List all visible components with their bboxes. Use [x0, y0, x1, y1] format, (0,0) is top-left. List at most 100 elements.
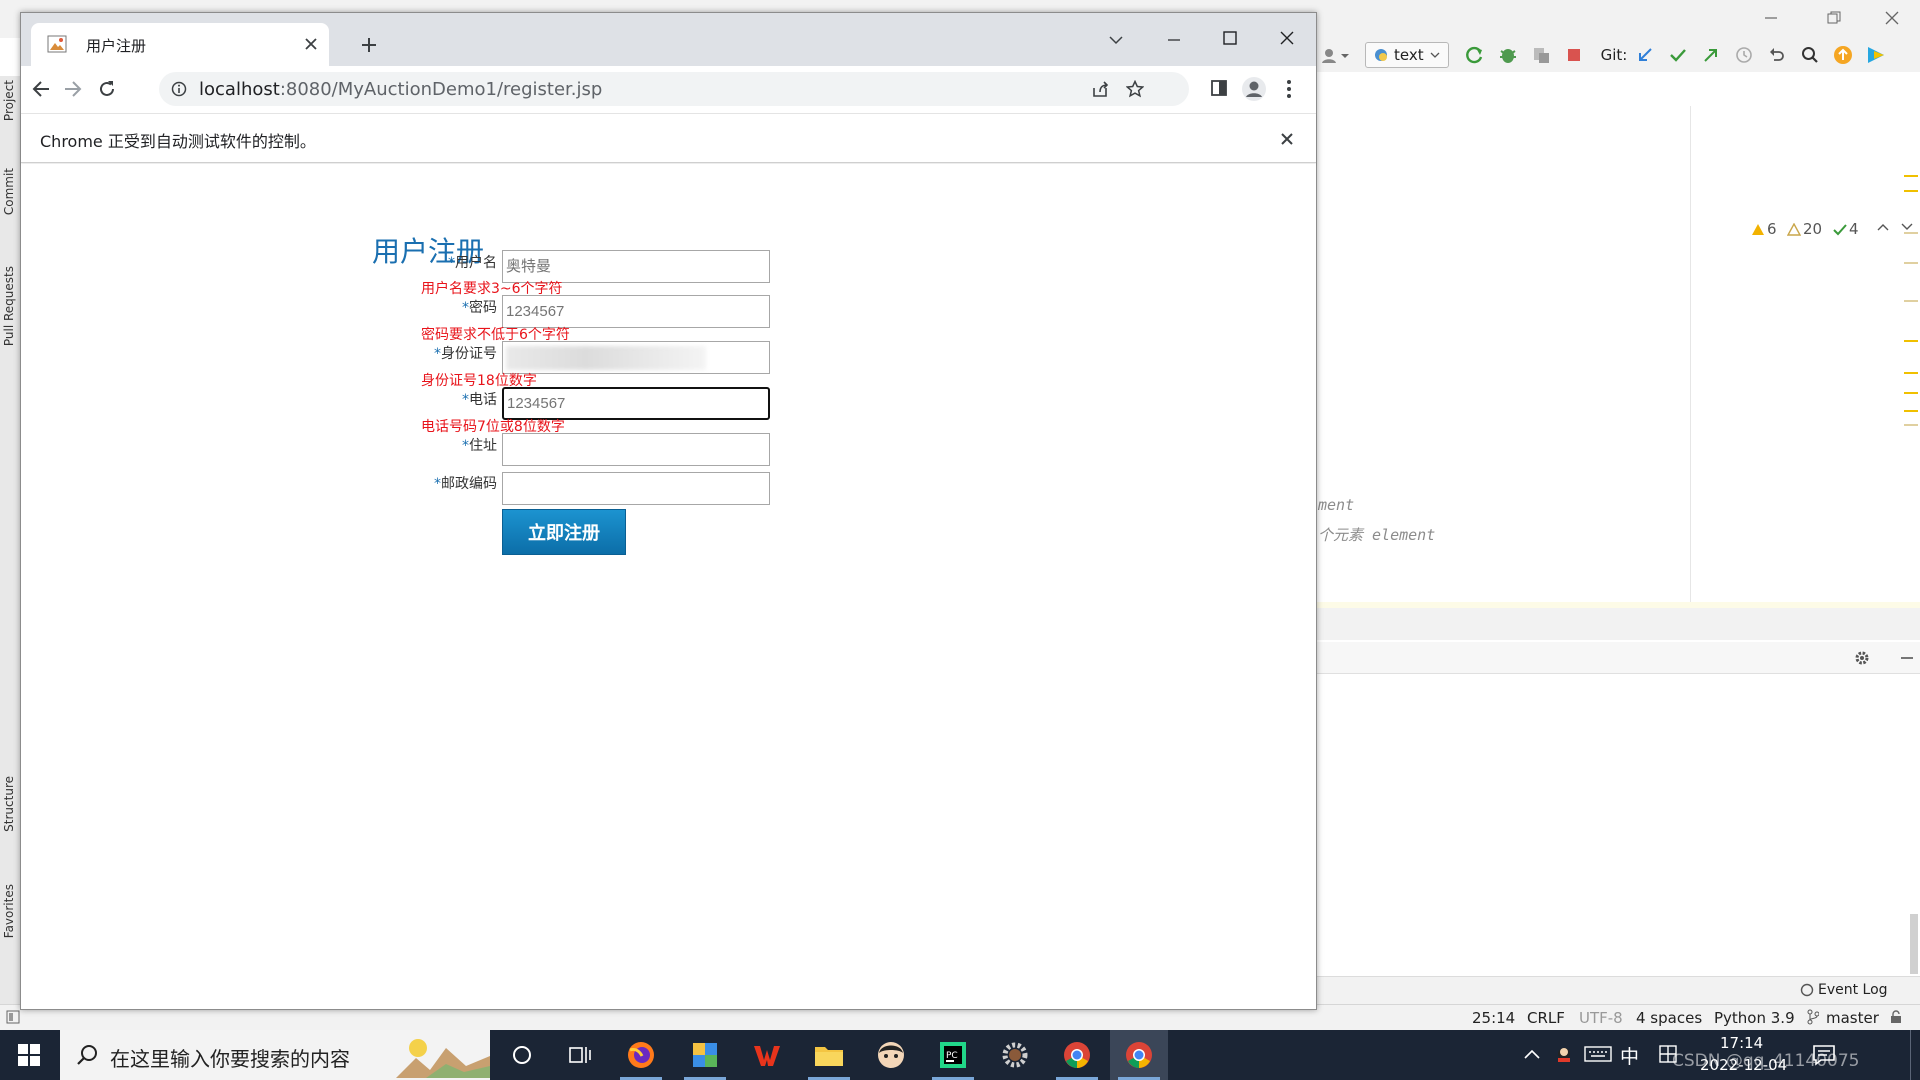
event-log-button[interactable]: Event Log	[1800, 982, 1888, 998]
side-panel-icon[interactable]	[1210, 79, 1228, 97]
infobar-message: Chrome 正受到自动测试软件的控制。	[40, 132, 316, 151]
caret-position[interactable]: 25:14	[1472, 1009, 1515, 1027]
file-encoding[interactable]: UTF-8	[1579, 1009, 1623, 1027]
wps-icon[interactable]	[738, 1030, 796, 1080]
commit-tool-tab[interactable]: Commit	[2, 168, 16, 215]
error-stripe-mark[interactable]	[1904, 232, 1918, 234]
file-explorer-icon[interactable]	[800, 1030, 858, 1080]
chevron-up-icon[interactable]	[1877, 222, 1889, 232]
tray-app-icon[interactable]	[1554, 1044, 1574, 1064]
ime-indicator[interactable]: 中	[1620, 1042, 1639, 1069]
avatar-app-icon[interactable]	[862, 1030, 920, 1080]
bookmark-star-icon[interactable]	[1126, 80, 1144, 98]
hide-panel-icon[interactable]	[1900, 650, 1914, 666]
close-infobar-icon[interactable]	[1281, 133, 1293, 145]
run-console[interactable]	[1316, 674, 1920, 974]
update-icon[interactable]	[1831, 43, 1855, 67]
error-stripe-mark[interactable]	[1904, 410, 1918, 412]
lock-icon[interactable]	[1890, 1010, 1902, 1024]
line-separator[interactable]: CRLF	[1527, 1009, 1565, 1027]
indent-setting[interactable]: 4 spaces	[1636, 1009, 1702, 1027]
error-stripe-mark[interactable]	[1904, 190, 1918, 192]
error-stripe-mark[interactable]	[1904, 340, 1918, 342]
git-push-icon[interactable]	[1699, 43, 1723, 67]
rollback-icon[interactable]	[1765, 43, 1789, 67]
task-view-icon[interactable]	[551, 1030, 609, 1080]
weak-warnings-count[interactable]: 20	[1787, 220, 1822, 238]
chrome-icon[interactable]	[1048, 1030, 1106, 1080]
firefox-icon[interactable]	[612, 1030, 670, 1080]
share-icon[interactable]	[1091, 80, 1109, 98]
warnings-count[interactable]: 6	[1751, 220, 1777, 238]
address-label: *住址	[462, 438, 497, 454]
window-maximize-button[interactable]	[1223, 31, 1237, 45]
watermark: CSDN @qq_41140075	[1672, 1051, 1860, 1071]
back-icon[interactable]	[32, 80, 50, 98]
coverage-icon[interactable]	[1529, 43, 1553, 67]
window-minimize-button[interactable]	[1167, 33, 1181, 47]
close-tab-icon[interactable]	[305, 38, 317, 50]
taskbar-search-box[interactable]: 在这里输入你要搜索的内容	[60, 1030, 490, 1080]
git-commit-icon[interactable]	[1666, 43, 1690, 67]
structure-tool-tab[interactable]: Structure	[2, 776, 16, 832]
start-button[interactable]	[0, 1030, 58, 1080]
run-config-select[interactable]: text	[1365, 42, 1449, 68]
new-tab-button[interactable]	[361, 37, 377, 53]
project-tool-tab[interactable]: Project	[2, 80, 16, 121]
ide-editor[interactable]: ment 个元素 element	[1316, 106, 1691, 606]
menu-icon[interactable]	[1286, 79, 1292, 99]
chevron-down-icon[interactable]	[1901, 222, 1913, 232]
typo-ok-count[interactable]: 4	[1833, 220, 1859, 238]
error-stripe-mark[interactable]	[1904, 175, 1918, 177]
tray-expand-icon[interactable]	[1524, 1048, 1540, 1060]
pycharm-icon[interactable]: PC	[924, 1030, 982, 1080]
console-scrollbar[interactable]	[1910, 914, 1918, 974]
address-bar[interactable]: localhost:8080/MyAuctionDemo1/register.j…	[159, 72, 1189, 106]
postcode-input[interactable]	[502, 472, 770, 505]
git-branch[interactable]: master	[1826, 1009, 1879, 1027]
id-number-input[interactable]: 7333855	[502, 341, 770, 374]
check-icon	[1833, 223, 1847, 235]
clock-time[interactable]: 17:14	[1720, 1034, 1763, 1052]
python-interpreter[interactable]: Python 3.9	[1714, 1009, 1795, 1027]
ide-minimize-button[interactable]	[1763, 10, 1779, 26]
pull-requests-tool-tab[interactable]: Pull Requests	[2, 266, 16, 346]
error-stripe-mark[interactable]	[1904, 424, 1918, 426]
jetbrains-icon[interactable]	[1864, 43, 1888, 67]
show-desktop-button[interactable]	[1910, 1030, 1920, 1080]
user-icon[interactable]	[1316, 43, 1356, 67]
history-icon[interactable]	[1732, 43, 1756, 67]
ide-left-toolbar: Project Commit Pull Requests Structure F…	[0, 76, 21, 1011]
git-branch-icon	[1807, 1009, 1819, 1025]
layout-icon[interactable]	[6, 1010, 20, 1024]
window-close-button[interactable]	[1280, 31, 1294, 45]
error-stripe-mark[interactable]	[1904, 300, 1918, 302]
run-config-label: text	[1394, 46, 1424, 64]
cortana-icon[interactable]	[493, 1030, 551, 1080]
error-stripe-mark[interactable]	[1904, 392, 1918, 394]
stop-icon[interactable]	[1562, 43, 1586, 67]
profile-avatar-icon[interactable]	[1241, 76, 1267, 102]
keyboard-icon[interactable]	[1584, 1045, 1612, 1063]
forward-icon[interactable]	[64, 80, 82, 98]
reload-icon[interactable]	[97, 79, 117, 99]
archive-app-icon[interactable]	[676, 1030, 734, 1080]
rerun-icon[interactable]	[1463, 43, 1487, 67]
weak-warning-icon	[1787, 222, 1801, 236]
tab-register[interactable]: 用户注册	[31, 23, 329, 66]
favorites-tool-tab[interactable]: Favorites	[2, 884, 16, 938]
ide-close-button[interactable]	[1884, 10, 1900, 26]
git-update-icon[interactable]	[1633, 43, 1657, 67]
chrome-active-icon[interactable]	[1110, 1030, 1168, 1080]
settings-app-icon[interactable]	[986, 1030, 1044, 1080]
tab-search-icon[interactable]	[1109, 35, 1123, 45]
site-info-icon[interactable]	[171, 81, 187, 97]
address-input[interactable]	[502, 433, 770, 466]
error-stripe-mark[interactable]	[1904, 372, 1918, 374]
gear-icon[interactable]	[1854, 650, 1870, 666]
ide-restore-button[interactable]	[1826, 10, 1842, 26]
debug-icon[interactable]	[1496, 43, 1520, 67]
error-stripe-mark[interactable]	[1904, 262, 1918, 264]
register-button[interactable]: 立即注册	[502, 509, 626, 555]
search-icon[interactable]	[1798, 43, 1822, 67]
